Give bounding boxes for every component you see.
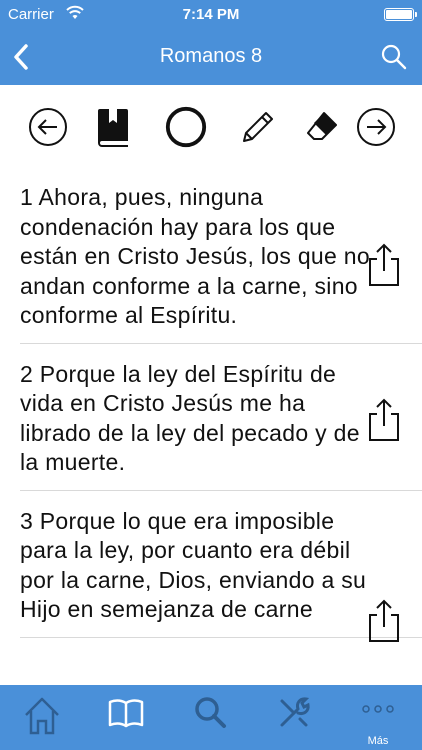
previous-chapter-button[interactable] [26, 105, 70, 149]
eraser-button[interactable] [300, 105, 344, 149]
highlight-button[interactable] [164, 105, 208, 149]
next-chapter-button[interactable] [354, 105, 398, 149]
tab-more[interactable]: Más [336, 685, 420, 750]
arrow-right-circle-icon [357, 108, 395, 146]
tab-more-label: Más [367, 735, 389, 747]
verse-toolbar [0, 85, 422, 167]
open-book-icon [108, 699, 144, 728]
verse-item[interactable]: 3 Porque lo que era imposible para la le… [20, 491, 422, 642]
pencil-icon [243, 112, 273, 142]
verse-item[interactable]: 2 Porque la ley del Espíritu de vida en … [20, 344, 422, 491]
search-icon[interactable] [380, 43, 408, 71]
tab-bar: Más [0, 685, 422, 750]
tab-search[interactable] [168, 685, 252, 750]
tools-icon [280, 697, 310, 727]
verse-item[interactable]: 1 Ahora, pues, ninguna condenación hay p… [20, 167, 422, 344]
arrow-left-circle-icon [29, 108, 67, 146]
share-icon[interactable] [364, 597, 404, 645]
tab-tools[interactable] [252, 685, 336, 750]
verse-text: 2 Porque la ley del Espíritu de vida en … [20, 360, 360, 476]
more-dots-icon [362, 705, 394, 713]
eraser-icon [307, 112, 337, 140]
status-bar: Carrier 7:14 PM [0, 0, 422, 30]
bookmark-book-icon [98, 109, 128, 147]
tab-home[interactable] [0, 685, 84, 750]
verse-text: 1 Ahora, pues, ninguna condenación hay p… [20, 184, 370, 328]
share-icon[interactable] [364, 241, 404, 289]
page-title: Romanos 8 [159, 45, 263, 67]
share-icon[interactable] [364, 396, 404, 444]
home-icon [25, 697, 59, 735]
bookmark-button[interactable] [92, 105, 136, 149]
search-icon [195, 697, 226, 728]
note-button[interactable] [236, 105, 280, 149]
verse-text: 3 Porque lo que era imposible para la le… [20, 507, 367, 623]
nav-bar: Romanos 8 [0, 30, 422, 85]
verse-list: 1 Ahora, pues, ninguna condenación hay p… [0, 167, 422, 685]
circle-icon [165, 106, 207, 148]
clock: 7:14 PM [182, 6, 240, 23]
tab-bible[interactable] [84, 685, 168, 750]
battery-icon [384, 8, 417, 21]
